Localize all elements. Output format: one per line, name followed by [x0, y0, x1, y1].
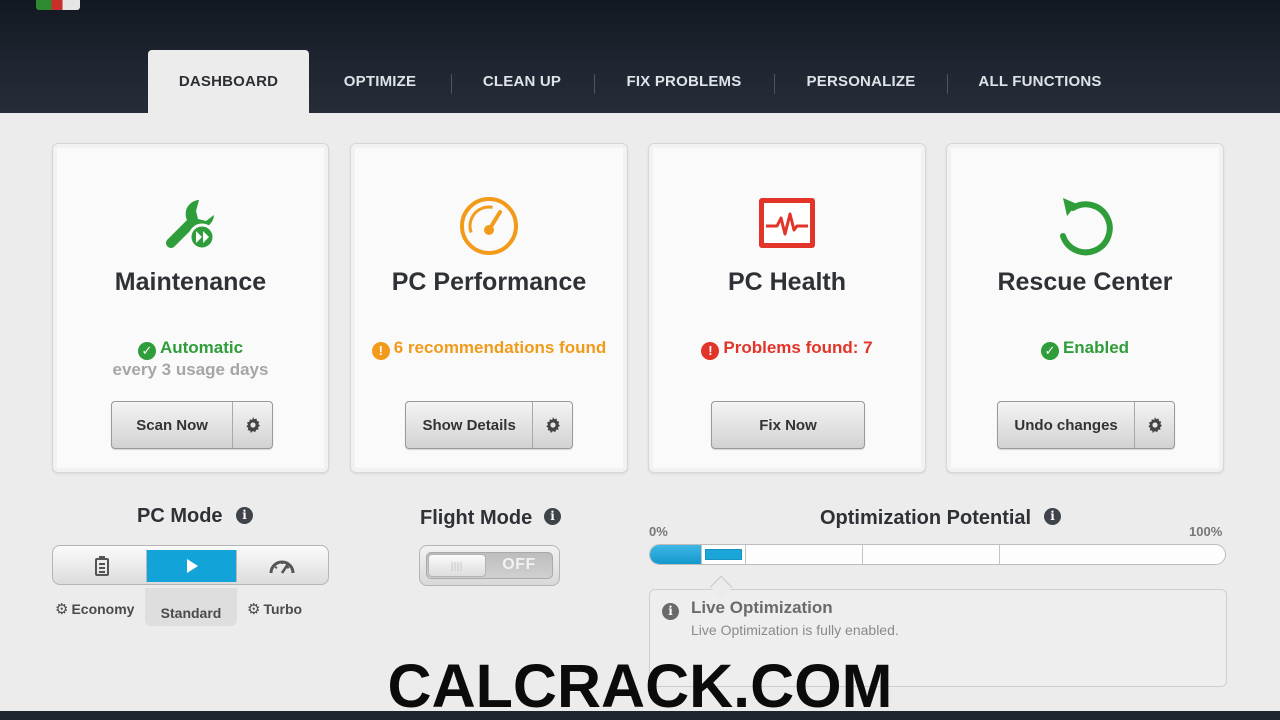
- economy-label: ⚙ Economy: [55, 601, 135, 618]
- avg-logo-icon: [36, 0, 80, 10]
- tab-divider: [451, 74, 452, 94]
- maintenance-schedule: every 3 usage days: [112, 360, 269, 379]
- info-icon: i: [662, 603, 679, 620]
- tab-dashboard[interactable]: DASHBOARD: [148, 50, 309, 113]
- speedometer-icon: [460, 197, 518, 255]
- pc-mode-label: PC Mode: [137, 505, 223, 527]
- card-title: Maintenance: [114, 268, 267, 296]
- gear-icon: [1147, 417, 1162, 433]
- tab-personalize[interactable]: PERSONALIZE: [786, 50, 936, 113]
- tab-clean-up[interactable]: CLEAN UP: [462, 50, 582, 113]
- turbo-label: ⚙ Turbo: [247, 601, 303, 618]
- show-details-group: Show Details: [405, 401, 573, 449]
- optimization-progress-bar: [649, 544, 1226, 565]
- undo-changes-button[interactable]: Undo changes: [998, 402, 1134, 448]
- show-details-button[interactable]: Show Details: [406, 402, 532, 448]
- progress-min-label: 0%: [649, 524, 668, 539]
- rescue-settings-button[interactable]: [1134, 402, 1174, 448]
- info-icon[interactable]: i: [236, 507, 253, 524]
- toggle-track: OFF: [426, 552, 553, 579]
- info-icon[interactable]: i: [1044, 508, 1061, 525]
- progress-segment: [863, 545, 1000, 564]
- pc-mode-switch: [52, 545, 329, 585]
- tab-divider: [947, 74, 948, 94]
- progress-segment-current: [702, 545, 746, 564]
- play-icon: [186, 559, 198, 573]
- standard-mode-button[interactable]: [147, 550, 236, 582]
- rescue-status: ✓ Enabled: [967, 337, 1203, 360]
- undo-changes-group: Undo changes: [997, 401, 1175, 449]
- progress-segment: [1000, 545, 1225, 564]
- tab-fix-problems[interactable]: FIX PROBLEMS: [606, 50, 762, 113]
- speedometer-icon: [269, 560, 294, 574]
- progress-segment-filled: [650, 545, 702, 564]
- info-icon[interactable]: i: [544, 508, 561, 525]
- flight-mode-label: Flight Mode: [420, 507, 533, 529]
- gear-icon: ⚙: [55, 601, 69, 618]
- watermark-text: CALCRACK.COM: [387, 652, 893, 720]
- flight-mode-state: OFF: [502, 556, 536, 573]
- maintenance-status: ✓ Automatic: [73, 337, 308, 360]
- check-icon: ✓: [1040, 342, 1059, 360]
- card-title: Rescue Center: [997, 268, 1173, 296]
- card-title: PC Health: [727, 268, 847, 296]
- scan-now-button[interactable]: Scan Now: [112, 402, 232, 448]
- fix-now-group: Fix Now: [711, 401, 865, 449]
- error-icon: !: [701, 342, 720, 360]
- performance-card: PC Performance ! 6 recommendations found …: [350, 143, 628, 473]
- health-card: PC Health ! Problems found: 7 Fix Now: [648, 143, 926, 473]
- tab-divider: [774, 74, 775, 94]
- standard-label: Standard: [145, 588, 237, 626]
- economy-mode-button[interactable]: [57, 550, 147, 582]
- grip-icon: [451, 562, 462, 571]
- toggle-knob: [428, 554, 486, 577]
- live-optimization-title: Live Optimization: [691, 598, 833, 617]
- gear-icon: ⚙: [247, 601, 261, 618]
- progress-max-label: 100%: [1189, 524, 1223, 539]
- gear-icon: [545, 417, 560, 433]
- gear-icon: [245, 417, 260, 433]
- flight-mode-toggle[interactable]: OFF: [419, 545, 560, 586]
- live-optimization-text: Live Optimization is fully enabled.: [691, 622, 899, 638]
- tab-all-functions[interactable]: ALL FUNCTIONS: [960, 50, 1120, 113]
- card-title: PC Performance: [391, 268, 587, 296]
- scan-now-group: Scan Now: [111, 401, 273, 449]
- check-icon: ✓: [137, 342, 156, 360]
- fix-now-button[interactable]: Fix Now: [712, 402, 864, 448]
- optimization-potential-label: Optimization Potential: [820, 507, 1032, 529]
- restore-icon: [1060, 198, 1113, 256]
- tab-divider: [594, 74, 595, 94]
- tab-optimize[interactable]: OPTIMIZE: [320, 50, 440, 113]
- maintenance-settings-button[interactable]: [232, 402, 272, 448]
- maintenance-card: Maintenance ✓ Automatic every 3 usage day…: [52, 143, 329, 473]
- rescue-card: Rescue Center ✓ Enabled Undo changes: [946, 143, 1224, 473]
- performance-status: ! 6 recommendations found: [371, 337, 607, 360]
- health-status: ! Problems found: 7: [669, 337, 905, 360]
- turbo-mode-button[interactable]: [236, 550, 326, 582]
- app-header: DASHBOARD OPTIMIZE CLEAN UP FIX PROBLEMS…: [0, 0, 1280, 113]
- warning-icon: !: [371, 342, 390, 360]
- heart-monitor-icon: [759, 198, 815, 248]
- battery-icon: [94, 556, 109, 576]
- performance-settings-button[interactable]: [532, 402, 572, 448]
- wrench-icon: [165, 200, 215, 251]
- progress-segment: [746, 545, 863, 564]
